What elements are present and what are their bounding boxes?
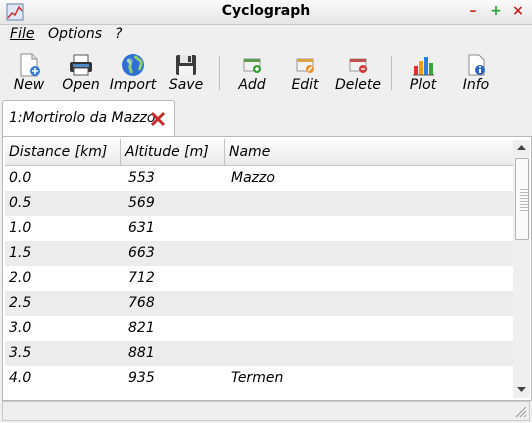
menu-help-label: ? — [115, 26, 123, 42]
grip-icon — [520, 189, 528, 211]
scroll-up-icon[interactable] — [513, 140, 530, 156]
menu-options-label: Options — [48, 26, 103, 42]
cell-distance[interactable]: 2.5 — [9, 291, 31, 316]
cell-distance[interactable]: 0.5 — [9, 191, 31, 216]
table-row[interactable]: 1.0 631 — [5, 216, 513, 241]
toolbar-separator — [219, 56, 220, 90]
new-button[interactable]: New — [3, 46, 55, 98]
plot-label: Plot — [409, 77, 437, 93]
add-label: Add — [238, 77, 266, 93]
maximize-button[interactable]: + — [489, 3, 503, 19]
table-row[interactable]: 3.0 821 — [5, 316, 513, 341]
import-button[interactable]: Import — [107, 46, 159, 98]
table-row[interactable]: 0.0 553 Mazzo — [5, 166, 513, 191]
scrollbar-thumb[interactable] — [515, 158, 529, 240]
cell-altitude[interactable]: 935 — [128, 366, 155, 391]
cell-altitude[interactable]: 821 — [128, 316, 155, 341]
resize-grip-icon[interactable] — [513, 404, 527, 418]
info-button[interactable]: Info — [450, 46, 502, 98]
cell-altitude[interactable]: 663 — [128, 241, 155, 266]
toolbar-separator — [391, 56, 392, 90]
column-header-distance[interactable]: Distance [km] — [5, 139, 120, 165]
table-row[interactable]: 1.5 663 — [5, 241, 513, 266]
table-header: Distance [km] Altitude [m] Name — [5, 139, 513, 166]
cell-distance[interactable]: 1.5 — [9, 241, 31, 266]
globe-icon — [122, 54, 144, 76]
menu-options[interactable]: Options — [48, 26, 102, 42]
cell-altitude[interactable]: 631 — [128, 216, 155, 241]
tab-label: 1:Mortirolo da Mazzo — [9, 110, 156, 126]
edit-button[interactable]: Edit — [279, 46, 331, 98]
info-icon — [468, 54, 485, 76]
cell-altitude[interactable]: 881 — [128, 341, 155, 366]
cell-altitude[interactable]: 553 — [128, 166, 155, 191]
cell-distance[interactable]: 1.0 — [9, 216, 31, 241]
bar-chart-icon — [413, 57, 434, 76]
new-label: New — [13, 77, 45, 93]
add-row-icon — [243, 58, 261, 73]
new-file-icon — [20, 53, 40, 77]
slope-table[interactable]: Distance [km] Altitude [m] Name 0.0 553 Ma… — [5, 139, 513, 397]
save-label: Save — [168, 77, 204, 93]
tab-slope[interactable]: 1:Mortirolo da Mazzo — [2, 100, 175, 137]
import-label: Import — [109, 77, 157, 93]
cell-altitude[interactable]: 712 — [128, 266, 155, 291]
save-button[interactable]: Save — [160, 46, 212, 98]
minimize-button[interactable]: – — [466, 3, 480, 19]
cell-altitude[interactable]: 569 — [128, 191, 155, 216]
menu-file[interactable]: File — [10, 26, 34, 42]
cell-altitude[interactable]: 768 — [128, 291, 155, 316]
close-tab-icon[interactable] — [150, 111, 166, 127]
cell-distance[interactable]: 0.0 — [9, 166, 31, 191]
floppy-disk-icon — [176, 55, 196, 75]
open-label: Open — [62, 77, 100, 93]
cell-distance[interactable]: 2.0 — [9, 266, 31, 291]
column-header-altitude[interactable]: Altitude [m] — [120, 139, 224, 165]
table-row[interactable]: 0.5 569 — [5, 191, 513, 216]
status-bar — [2, 401, 530, 421]
cell-name[interactable]: Mazzo — [231, 166, 275, 191]
printer-icon — [70, 54, 92, 76]
info-label: Info — [462, 77, 490, 93]
cell-distance[interactable]: 3.0 — [9, 316, 31, 341]
plot-button[interactable]: Plot — [397, 46, 449, 98]
table-row[interactable]: 2.0 712 — [5, 266, 513, 291]
delete-button[interactable]: Delete — [332, 46, 384, 98]
close-button[interactable]: × — [511, 3, 525, 19]
table-row[interactable]: 2.5 768 — [5, 291, 513, 316]
edit-label: Edit — [291, 77, 319, 93]
table-row[interactable]: 4.0 935 Termen — [5, 366, 513, 391]
window-title: Cyclograph — [221, 3, 311, 19]
open-button[interactable]: Open — [55, 46, 107, 98]
cell-distance[interactable]: 4.0 — [9, 366, 31, 391]
slope-panel: Distance [km] Altitude [m] Name 0.0 553 Ma… — [2, 136, 532, 401]
cell-name[interactable]: Termen — [231, 366, 283, 391]
delete-label: Delete — [335, 77, 381, 93]
column-header-name[interactable]: Name — [224, 139, 513, 165]
vertical-scrollbar[interactable] — [513, 140, 530, 398]
add-button[interactable]: Add — [226, 46, 278, 98]
cell-distance[interactable]: 3.5 — [9, 341, 31, 366]
edit-row-icon — [296, 58, 314, 73]
delete-row-icon — [349, 58, 367, 73]
menu-help[interactable]: ? — [115, 26, 122, 42]
scroll-down-icon[interactable] — [513, 382, 530, 398]
toolbar: New Open Import Save Add Edit Delete Plo… — [0, 46, 532, 98]
title-bar: Cyclograph – + × — [0, 0, 532, 25]
table-row[interactable]: 3.5 881 — [5, 341, 513, 366]
menu-bar: File Options ? — [0, 24, 532, 44]
menu-file-label: File — [10, 26, 35, 42]
